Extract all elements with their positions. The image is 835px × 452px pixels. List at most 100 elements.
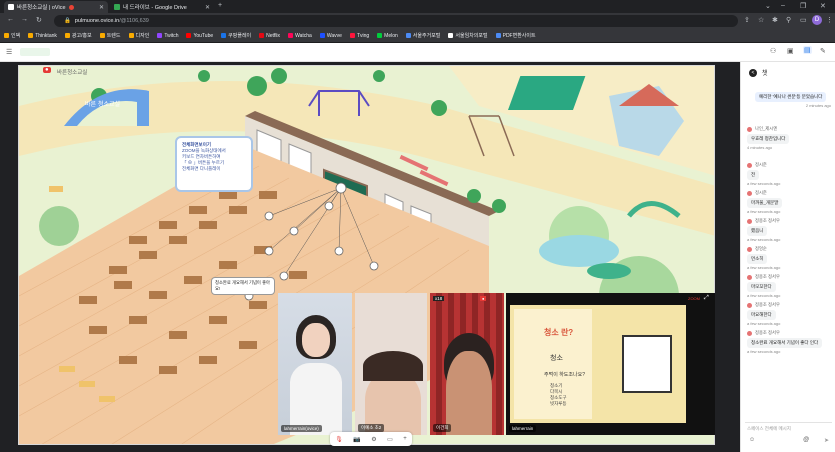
bookmark-favicon-icon xyxy=(495,33,501,38)
forward-icon[interactable]: → xyxy=(21,16,28,23)
bookmark-favicon-icon xyxy=(221,33,227,38)
bookmark-favicon-icon xyxy=(259,33,265,38)
bookmark-label: PDF변환사이트 xyxy=(502,33,536,39)
bookmark-item[interactable]: 광고/홍보 xyxy=(64,32,92,39)
add-icon[interactable]: + xyxy=(403,436,407,442)
menu-hamburger-icon[interactable]: ☰ xyxy=(6,48,12,56)
bookmark-item[interactable]: Watcha xyxy=(288,33,312,39)
url-input[interactable]: 🔒 pulmuone.ovice.in/@1106,639 xyxy=(54,15,738,27)
emoji-icon[interactable]: ☺ xyxy=(749,437,755,443)
maximize-icon[interactable]: ❐ xyxy=(800,2,806,10)
close-window-icon[interactable]: ✕ xyxy=(820,2,826,10)
bookmark-item[interactable]: 서울임차의포털 xyxy=(448,32,488,39)
bookmark-item[interactable]: YouTube xyxy=(186,33,213,39)
expand-icon[interactable]: ⤢ xyxy=(704,295,709,302)
bookmark-label: 쿠팡플레이 xyxy=(228,33,252,39)
microphone-icon[interactable]: 🎙 xyxy=(335,436,343,443)
bookmark-item[interactable]: 디자인 xyxy=(128,32,150,39)
bookmark-favicon-icon xyxy=(4,33,9,38)
video-tile[interactable]: 이예소 초2 xyxy=(355,293,427,435)
message-text: 전 xyxy=(747,170,760,180)
bookmark-favicon-icon xyxy=(28,33,34,38)
bookmark-label: Melon xyxy=(384,32,398,39)
chat-sender: 정시준 xyxy=(747,162,831,168)
bookmark-item[interactable]: 서울주거포털 xyxy=(405,32,441,39)
chat-sender: 정용조 정서우 xyxy=(747,274,831,280)
chat-message: 정엉순 먼소히 a few seconds ago xyxy=(747,246,831,270)
sender-avatar xyxy=(747,246,752,252)
bookmark-label: 서울주거포털 xyxy=(412,33,441,39)
chat-message: 정용조 정서우했음니 a few seconds ago xyxy=(747,218,831,242)
profile-avatar[interactable]: D xyxy=(812,15,822,25)
entrance-sign-text: 바른 청소교실 xyxy=(85,100,120,108)
slide-title: 청소 란? xyxy=(544,328,574,337)
browser-tabbar: 바른청소교실 | oVice ✕ 내 드라이브 - Google Drive ✕… xyxy=(0,0,835,13)
reload-icon[interactable]: ↻ xyxy=(36,16,42,24)
menu-dots-icon[interactable]: ⋮ xyxy=(826,16,833,24)
screen-share-icon[interactable]: ▭ xyxy=(387,436,393,443)
sidebar-icon[interactable]: ▭ xyxy=(800,16,807,24)
tab-drive[interactable]: 내 드라이브 - Google Drive ✕ xyxy=(110,1,214,13)
sender-name: 정용조 정서우 xyxy=(755,330,780,335)
notes-icon[interactable]: ✎ xyxy=(820,47,826,55)
bookmark-item[interactable]: Wavve xyxy=(319,33,342,39)
extension-icon[interactable]: ✱ xyxy=(772,16,778,24)
message-text: 마까물_개문말 xyxy=(747,198,783,208)
bookmark-label: 트렌드 xyxy=(106,33,121,39)
members-icon[interactable]: ⚇ xyxy=(770,47,776,55)
chat-back-icon[interactable]: < xyxy=(749,68,757,77)
bookmark-item[interactable]: 인덱 xyxy=(4,32,20,39)
bookmark-item[interactable]: Twitch xyxy=(157,33,178,39)
bookmark-label: 디자인 xyxy=(135,33,150,39)
bookmark-label: Netflix xyxy=(266,32,281,39)
tab-search-icon[interactable]: ⌄ xyxy=(765,2,771,10)
bookmark-label: Watcha xyxy=(295,32,312,39)
avatar-speech-bubble: 청소완료 개요해서 기념이 좋아요! xyxy=(211,277,275,295)
workspace-logo xyxy=(20,48,50,56)
sender-name: 정엉순 xyxy=(755,246,767,251)
chat-message: 정용조 정서우 마요해한다 a few seconds ago xyxy=(747,302,831,326)
bookmark-favicon-icon xyxy=(99,33,105,38)
tab-ovice[interactable]: 바른청소교실 | oVice ✕ xyxy=(4,1,108,13)
screen-share-tile[interactable]: 청소 란? 주먹이 하도조나요? 청소 청소기 다목시 청소도구 빗자루등 ZO… xyxy=(506,293,715,435)
bookmark-star-icon[interactable]: ☆ xyxy=(758,16,764,24)
chat-sender: 정용조 정서우 xyxy=(747,218,831,224)
close-tab-icon[interactable]: ✕ xyxy=(99,4,104,11)
speech-text: 청소완료 개요해서 기념이 좋아요! xyxy=(215,280,270,291)
message-text: 마모꼬한다 xyxy=(747,282,776,292)
message-time: a few seconds ago xyxy=(747,236,781,242)
back-icon[interactable]: ← xyxy=(7,16,14,23)
room-name: 바른청소교실 xyxy=(57,70,88,76)
bookmark-item[interactable]: 트렌드 xyxy=(99,32,121,39)
slide-illustration xyxy=(622,335,672,393)
bookmark-item[interactable]: PDF변환사이트 xyxy=(495,32,536,39)
video-tile[interactable]: lahmerrain(ovice) xyxy=(278,293,352,435)
message-time: a few seconds ago xyxy=(747,292,781,298)
bookmark-item[interactable]: Netflix xyxy=(259,33,280,39)
bookmark-item[interactable]: Thinktank xyxy=(28,33,57,39)
close-tab-icon[interactable]: ✕ xyxy=(205,4,210,11)
recording-indicator-icon xyxy=(68,4,74,10)
sender-name: 정시준 xyxy=(755,190,767,195)
tab-title: 바른청소교실 | oVice xyxy=(17,5,66,11)
recording-badge: ● xyxy=(480,296,487,301)
message-text: 먼소히 xyxy=(747,254,768,264)
chat-toggle-icon[interactable]: ▤ xyxy=(803,46,812,54)
mention-icon[interactable]: @ xyxy=(803,437,809,443)
bookmark-item[interactable]: Melon xyxy=(377,33,398,39)
send-icon[interactable]: ➤ xyxy=(824,437,829,444)
share-icon[interactable]: ⇪ xyxy=(744,16,750,24)
message-text: 했음니 xyxy=(747,226,768,236)
calendar-icon[interactable]: ▣ xyxy=(787,47,794,55)
bookmark-item[interactable]: Tving xyxy=(349,33,369,39)
chat-input[interactable]: 스페이스 전체에 메시지 ☺ @ ➤ xyxy=(745,422,832,448)
minimize-icon[interactable]: – xyxy=(781,2,785,9)
settings-icon[interactable]: ⚙ xyxy=(371,436,376,443)
extensions-puzzle-icon[interactable]: ⚲ xyxy=(786,16,791,24)
new-tab-icon[interactable]: + xyxy=(218,2,222,9)
url-path: /@1106,639 xyxy=(119,18,149,24)
bookmark-item[interactable]: 쿠팡플레이 xyxy=(221,32,251,39)
camera-icon[interactable]: 📷 xyxy=(353,436,360,443)
slide-bullet: 빗자루등 xyxy=(550,401,567,406)
video-tile[interactable]: x18 ● 이건희 xyxy=(430,293,504,435)
